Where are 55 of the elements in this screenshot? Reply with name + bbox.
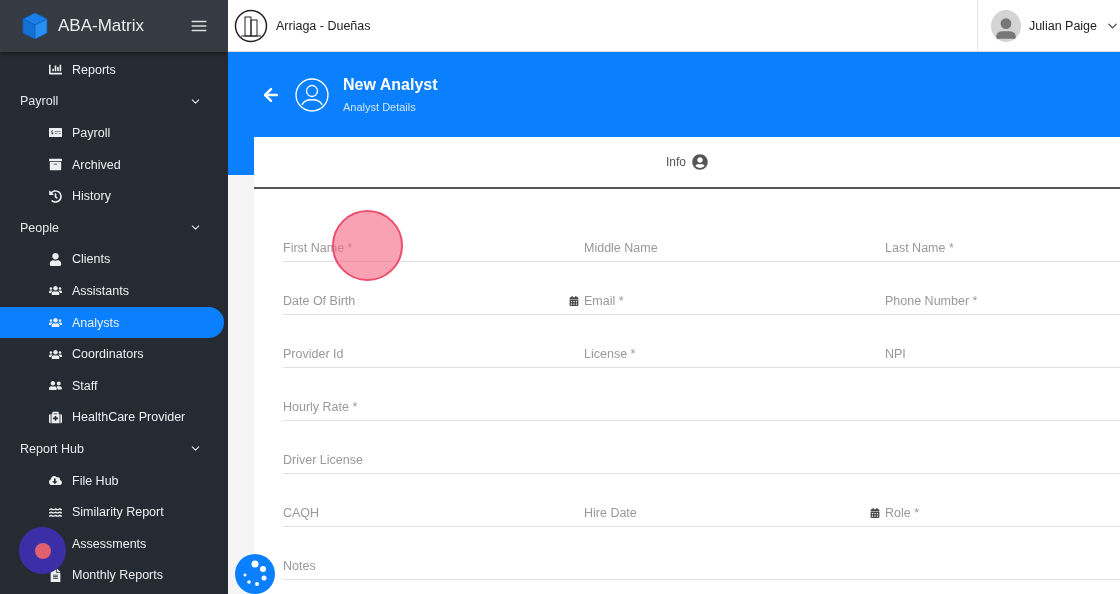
input-field[interactable]: Middle Name: [584, 240, 885, 255]
sidebar-item[interactable]: Clients: [0, 243, 224, 276]
calendar-icon[interactable]: [870, 507, 880, 518]
sidebar-item[interactable]: File Hub: [0, 464, 224, 497]
sidebar-item[interactable]: HealthCare Provider: [0, 401, 224, 434]
sidebar-item[interactable]: Assistants: [0, 275, 224, 307]
input-field[interactable]: Notes: [283, 558, 1120, 573]
input-field[interactable]: Driver License: [283, 452, 1120, 467]
sidebar-item[interactable]: Similarity Report: [0, 496, 224, 528]
calendar-icon[interactable]: [569, 295, 579, 306]
wave-icon: [48, 505, 62, 519]
input-field[interactable]: Hourly Rate *: [283, 399, 1120, 414]
bar-chart-icon: [48, 63, 62, 77]
user-name[interactable]: Julian Paige: [1028, 18, 1098, 33]
building-logo: [234, 8, 268, 43]
medical-kit-icon: [48, 410, 62, 424]
input-field[interactable]: NPI: [885, 346, 1120, 361]
input-field[interactable]: Last Name *: [885, 240, 1120, 255]
sidebar-section[interactable]: Payroll: [0, 85, 228, 118]
history-icon: [48, 189, 62, 203]
sidebar-item[interactable]: History: [0, 180, 224, 212]
group-icon: [48, 347, 62, 361]
sidebar-item[interactable]: Archived: [0, 148, 224, 181]
input-field[interactable]: License *: [584, 346, 885, 361]
tab[interactable]: Info: [658, 146, 716, 178]
input-field[interactable]: Provider Id: [283, 346, 584, 361]
input-field[interactable]: Phone Number *: [885, 293, 1120, 308]
dots-icon: [241, 560, 269, 588]
input-field[interactable]: Hire Date: [584, 505, 866, 520]
cube-logo: [20, 11, 50, 41]
people-icon: [48, 379, 62, 393]
company-name: Arriaga - Dueñas: [276, 18, 372, 33]
widget-button[interactable]: [235, 554, 275, 594]
group-icon: [48, 316, 62, 330]
input-field[interactable]: Date Of Birth: [283, 293, 565, 308]
page-title: New Analyst: [343, 76, 438, 94]
brand-name: ABA-Matrix: [58, 16, 145, 36]
cloud-download-icon: [48, 474, 62, 487]
user-circle-icon: [295, 77, 329, 112]
user-icon: [48, 252, 62, 266]
page-subtitle: Analyst Details: [343, 101, 417, 113]
input-field[interactable]: CAQH: [283, 505, 584, 520]
input-field[interactable]: Role *: [885, 505, 1120, 520]
group-icon: [48, 284, 62, 298]
sidebar-section[interactable]: Report Hub: [0, 433, 228, 465]
avatar: [991, 9, 1021, 42]
sidebar-item[interactable]: Assessments: [0, 527, 224, 560]
input-field[interactable]: Email *: [584, 293, 885, 308]
archive-box-icon: [48, 158, 62, 172]
sidebar-item[interactable]: Reports: [0, 54, 224, 86]
sidebar-item[interactable]: Staff: [0, 369, 224, 402]
sidebar-item[interactable]: Coordinators: [0, 338, 224, 370]
money-tray-icon: [48, 126, 62, 140]
sidebar-item[interactable]: Payroll: [0, 117, 224, 149]
sidebar-section[interactable]: People: [0, 211, 228, 244]
